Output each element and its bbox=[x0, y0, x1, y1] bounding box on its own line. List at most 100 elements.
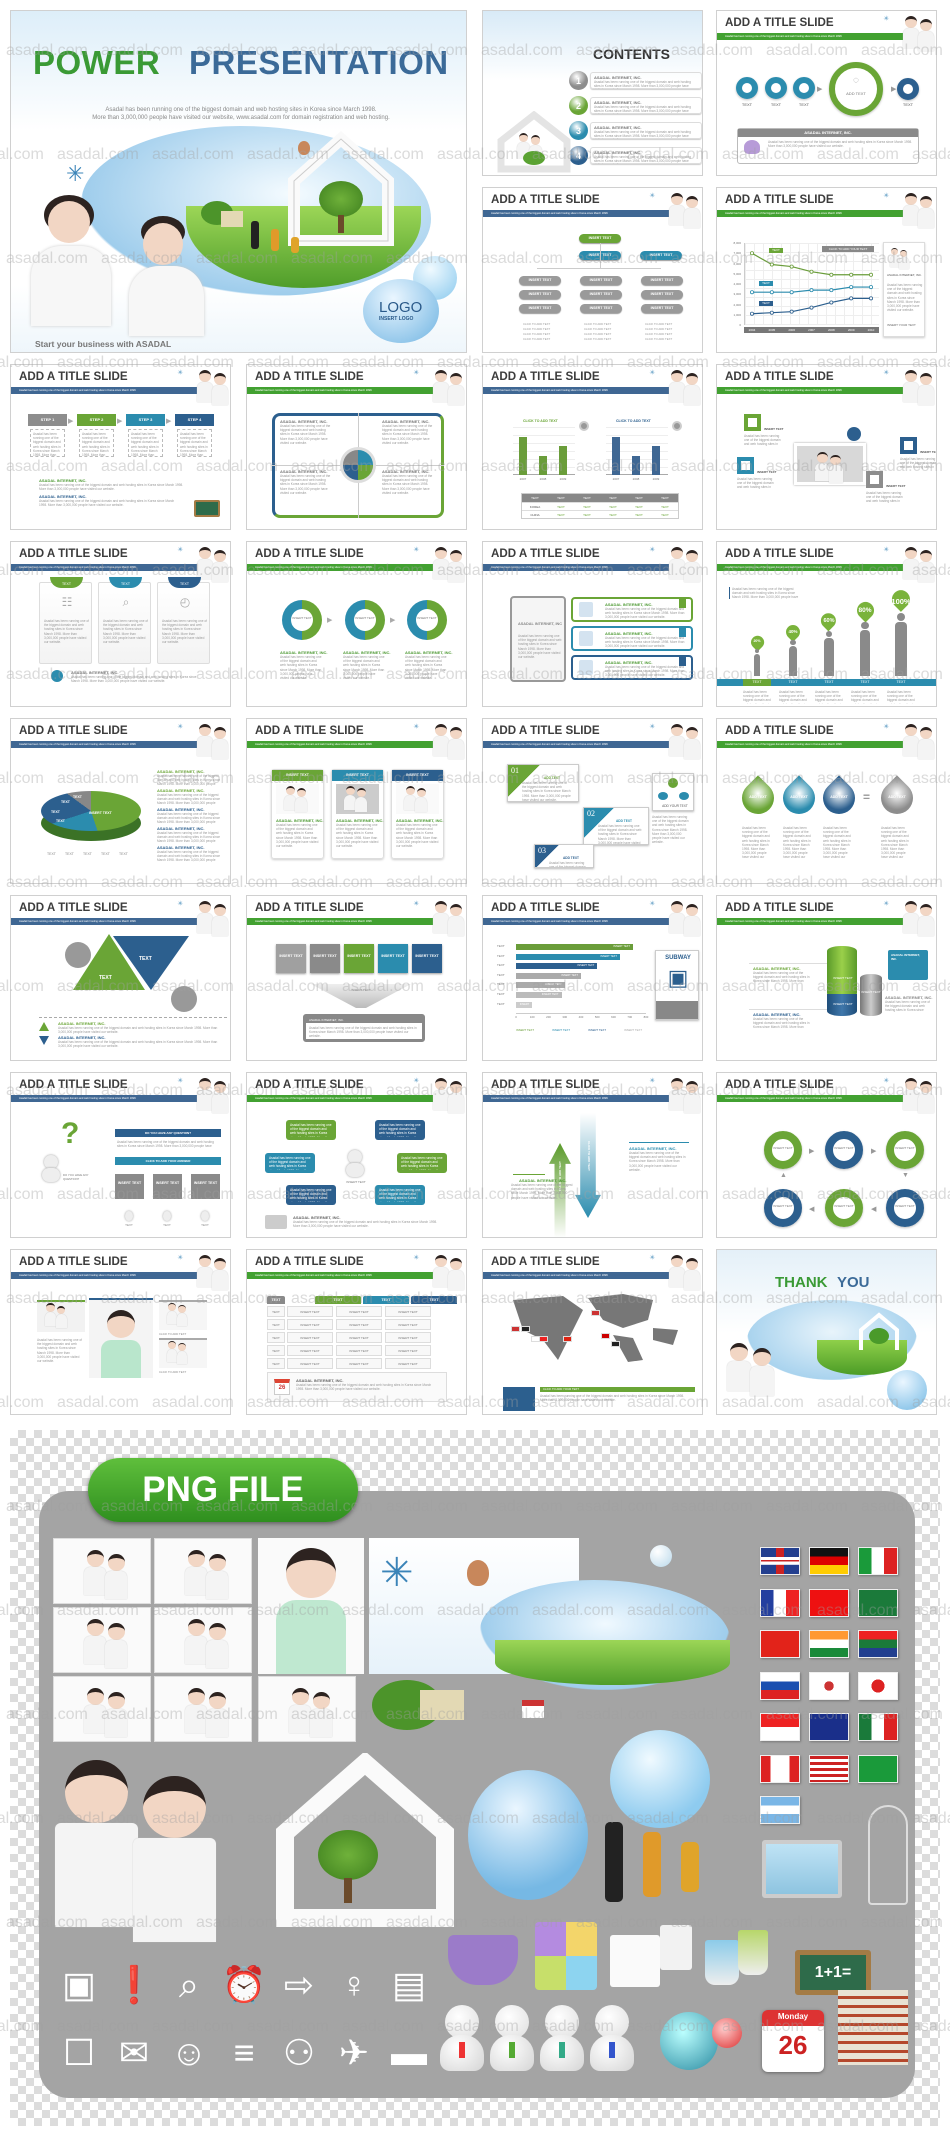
photo-tile bbox=[154, 1607, 252, 1673]
child-body bbox=[918, 1093, 934, 1113]
body-text: Asadal has been running one of the bigge… bbox=[396, 823, 439, 849]
slide-thumbnail-thankyou[interactable]: THANK YOU bbox=[716, 1249, 937, 1415]
bullet-item: CLICK TO ADD TEXT bbox=[523, 322, 551, 326]
child-body bbox=[903, 28, 919, 48]
slide-thumbnail-photos[interactable]: ADD A TITLE SLIDE Asadal has been running… bbox=[10, 1249, 231, 1415]
bookmark-icon bbox=[679, 656, 686, 666]
slide-thumbnail-org[interactable]: ADD A TITLE SLIDE Asadal has been running… bbox=[482, 187, 703, 353]
y-tick-label: TEXT bbox=[497, 953, 505, 958]
item-pill: INSERT TEXT bbox=[580, 290, 622, 299]
body-text: Asadal has been running one of the bigge… bbox=[44, 619, 89, 645]
slide-thumbnail-frames[interactable]: ADD A TITLE SLIDE Asadal has been running… bbox=[716, 364, 937, 530]
kids-photo bbox=[903, 722, 936, 760]
list-box: ASADAL INTERNET, INC. Asadal has been run… bbox=[571, 655, 693, 680]
arrow-right-icon: ▶ bbox=[871, 1148, 877, 1155]
header-bar: Asadal has been running one of the bigge… bbox=[483, 1272, 670, 1279]
slide-thumbnail-photocards[interactable]: ADD A TITLE SLIDE Asadal has been running… bbox=[246, 718, 467, 884]
photo-tile bbox=[53, 1607, 151, 1673]
tree-icon bbox=[523, 151, 545, 165]
header-bar: Asadal has been running one of the bigge… bbox=[247, 387, 434, 394]
header-bar: Asadal has been running one of the bigge… bbox=[247, 741, 434, 748]
photo bbox=[794, 443, 866, 485]
table-cell: TEXT bbox=[267, 1358, 285, 1369]
x-tick-label: 2008 bbox=[539, 477, 547, 481]
kids-photo bbox=[669, 1253, 702, 1291]
slide-thumbnail-list[interactable]: ADD A TITLE SLIDE Asadal has been running… bbox=[482, 541, 703, 707]
child-body bbox=[684, 739, 700, 759]
slide-thumbnail-cylinders[interactable]: ADD A TITLE SLIDE Asadal has been running… bbox=[716, 895, 937, 1061]
body-text: Asadal has been running one of the bigge… bbox=[605, 607, 685, 619]
body-text: Asadal has been running one of the bigge… bbox=[296, 1383, 432, 1392]
child-head bbox=[86, 1687, 104, 1705]
child-body bbox=[669, 736, 685, 756]
mascot-body bbox=[346, 1163, 364, 1177]
body-text: Asadal has been running one of the bigge… bbox=[629, 1151, 686, 1172]
bar: INSERT TEXT bbox=[516, 982, 565, 989]
tie-icon bbox=[559, 2042, 565, 2058]
slide-thumbnail-flow[interactable]: ADD A TITLE SLIDE Asadal has been running… bbox=[716, 10, 937, 176]
slide-thumbnail-people[interactable]: ADD A TITLE SLIDE Asadal has been running… bbox=[716, 541, 937, 707]
slide-thumbnail-linechart[interactable]: ADD A TITLE SLIDE Asadal has been running… bbox=[716, 187, 937, 353]
cycle-ring bbox=[764, 1189, 802, 1227]
child-body bbox=[448, 739, 464, 759]
slide-thumbnail-boxes5[interactable]: ADD A TITLE SLIDE Asadal has been running… bbox=[246, 895, 467, 1061]
data-point bbox=[868, 285, 873, 290]
slide-thumbnail-cycle[interactable]: ADD A TITLE SLIDE Asadal has been running… bbox=[716, 1072, 937, 1238]
slide-thumbnail-quad[interactable]: ADD A TITLE SLIDE Asadal has been running… bbox=[246, 364, 467, 530]
kids-photo bbox=[903, 545, 936, 583]
cylinder-grey bbox=[860, 974, 882, 1016]
series-tag: TEXT bbox=[769, 248, 783, 253]
table-cell: TEXT bbox=[574, 510, 600, 518]
child-head bbox=[199, 724, 211, 736]
tree-trunk bbox=[338, 215, 344, 233]
slide-thumbnail-table[interactable]: ADD A TITLE SLIDE Asadal has been running… bbox=[246, 1249, 467, 1415]
numbered-card: 03 ADD TEXTAsadal has been running one of… bbox=[534, 844, 594, 868]
slide-thumbnail-question[interactable]: ADD A TITLE SLIDE Asadal has been running… bbox=[10, 1072, 231, 1238]
slide-thumbnail-triangles[interactable]: ADD A TITLE SLIDE Asadal has been running… bbox=[10, 895, 231, 1061]
kids-photo bbox=[84, 1616, 132, 1669]
slide-thumbnail-arrows[interactable]: ADD A TITLE SLIDE Asadal has been running… bbox=[482, 1072, 703, 1238]
contents-item: ASADAL INTERNET, INC. Asadal has been run… bbox=[590, 122, 702, 139]
child-body bbox=[918, 562, 934, 582]
cover-title-power: POWER bbox=[33, 44, 161, 81]
slide-thumbnail-pie[interactable]: ADD A TITLE SLIDE Asadal has been running… bbox=[10, 718, 231, 884]
bar: INSERT TEXT bbox=[516, 953, 620, 960]
slide-thumbnail-contents[interactable]: CONTENTS 1 ASADAL INTERNET, INC. Asadal has… bbox=[482, 10, 703, 176]
slide-thumbnail-numbered[interactable]: ADD A TITLE SLIDE Asadal has been running… bbox=[482, 718, 703, 884]
slide-thumbnail-donuts[interactable]: ADD A TITLE SLIDE Asadal has been running… bbox=[246, 541, 467, 707]
slide-thumbnail-hbar[interactable]: ADD A TITLE SLIDE Asadal has been running… bbox=[482, 895, 703, 1061]
pie-label: TEXT bbox=[61, 800, 70, 804]
slide-thumbnail-bars[interactable]: ADD A TITLE SLIDE Asadal has been running… bbox=[482, 364, 703, 530]
node-icon bbox=[668, 778, 678, 788]
slide-thumbnail-bubbles[interactable]: ADD A TITLE SLIDE Asadal has been running… bbox=[246, 1072, 467, 1238]
sparkle-icon: ✴ bbox=[883, 368, 890, 377]
map-thumb bbox=[503, 1387, 535, 1411]
kids-photo bbox=[433, 722, 466, 760]
kids-photo bbox=[727, 1340, 778, 1397]
question-sphere-icon bbox=[660, 2012, 718, 2070]
photo bbox=[37, 1300, 85, 1332]
table-cell: INSERT TEXT bbox=[287, 1345, 333, 1356]
child-head bbox=[187, 1687, 205, 1705]
child-body bbox=[197, 736, 213, 756]
slide-title: ADD A TITLE SLIDE bbox=[725, 547, 834, 560]
bar bbox=[612, 436, 620, 475]
slide-thumbnail-drops[interactable]: ADD A TITLE SLIDE Asadal has been running… bbox=[716, 718, 937, 884]
cover-slide[interactable]: POWER PRESENTATION Asadal has been running… bbox=[10, 10, 467, 353]
x-tick-label: 300 bbox=[562, 1015, 568, 1019]
child-head bbox=[416, 787, 426, 797]
child-body bbox=[918, 31, 934, 51]
side-card: ASADAL INTERNET, INC Asadal has been runn… bbox=[510, 596, 566, 682]
kids-photo bbox=[433, 1076, 466, 1114]
slide-thumbnail-steps[interactable]: ADD A TITLE SLIDE Asadal has been running… bbox=[10, 364, 231, 530]
slide-thumbnail-map[interactable]: ADD A TITLE SLIDE Asadal has been running… bbox=[482, 1249, 703, 1415]
mini-mascot-icon bbox=[201, 1211, 209, 1221]
kids-photo bbox=[84, 1685, 132, 1738]
child-head bbox=[686, 196, 698, 208]
table-cell: INSERT TEXT bbox=[287, 1358, 333, 1369]
chalkboard-icon bbox=[194, 500, 220, 517]
sign-caption bbox=[656, 1001, 698, 1019]
card-icon: ☷ bbox=[61, 595, 73, 609]
slide-thumbnail-cards3[interactable]: ADD A TITLE SLIDE Asadal has been running… bbox=[10, 541, 231, 707]
data-point bbox=[769, 310, 774, 315]
